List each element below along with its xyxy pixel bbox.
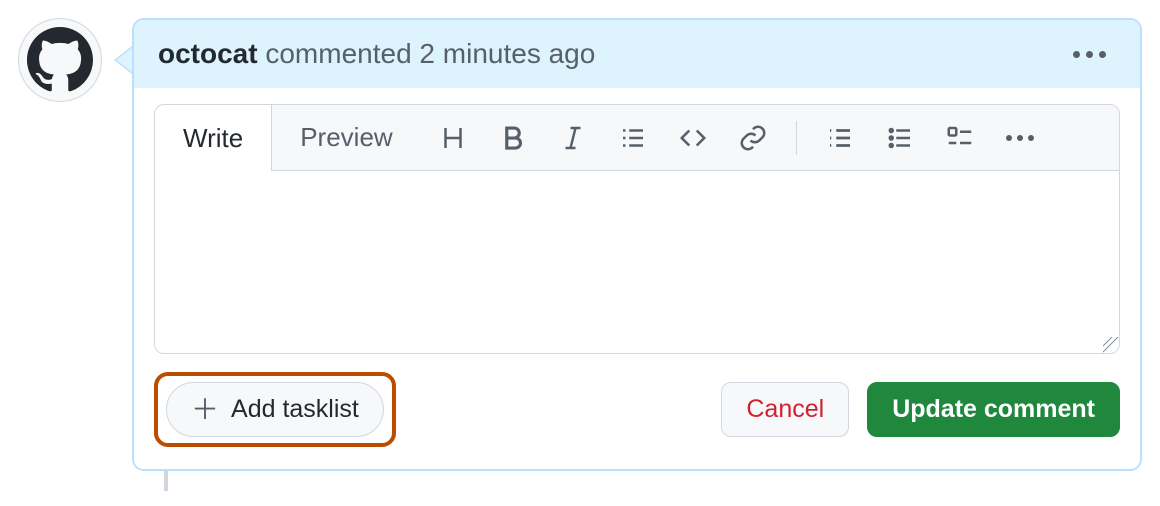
editor-tabbar: Write Preview (155, 105, 1119, 171)
unordered-list-icon[interactable] (883, 121, 917, 155)
add-tasklist-button[interactable]: ＋ Add tasklist (166, 382, 384, 437)
link-icon[interactable] (736, 121, 770, 155)
ordered-list-icon[interactable] (823, 121, 857, 155)
comment-header: octocat commented 2 minutes ago (134, 20, 1140, 88)
italic-icon[interactable] (556, 121, 590, 155)
update-comment-button[interactable]: Update comment (867, 382, 1120, 437)
tab-preview[interactable]: Preview (272, 105, 421, 170)
add-tasklist-highlight: ＋ Add tasklist (154, 372, 396, 447)
timeline-tail (164, 471, 168, 491)
comment-timestamp: commented 2 minutes ago (258, 38, 596, 69)
bold-icon[interactable] (496, 121, 530, 155)
kebab-icon[interactable] (1063, 45, 1116, 64)
toolbar-separator (796, 121, 797, 155)
comment-box: octocat commented 2 minutes ago Write Pr… (132, 18, 1142, 471)
comment-textarea[interactable] (155, 171, 1119, 353)
heading-icon[interactable] (436, 121, 470, 155)
add-tasklist-label: Add tasklist (231, 395, 359, 424)
comment-meta: octocat commented 2 minutes ago (158, 38, 595, 70)
comment-editor: Write Preview (154, 104, 1120, 354)
code-icon[interactable] (676, 121, 710, 155)
cancel-button[interactable]: Cancel (721, 382, 849, 437)
avatar[interactable] (18, 18, 102, 102)
tasklist-icon[interactable] (943, 121, 977, 155)
quote-icon[interactable] (616, 121, 650, 155)
tab-write[interactable]: Write (155, 105, 272, 171)
plus-icon: ＋ (191, 396, 219, 424)
more-tools-icon[interactable] (1003, 121, 1037, 155)
speech-pointer (114, 46, 132, 74)
author-link[interactable]: octocat (158, 38, 258, 69)
formatting-toolbar (422, 105, 1119, 170)
